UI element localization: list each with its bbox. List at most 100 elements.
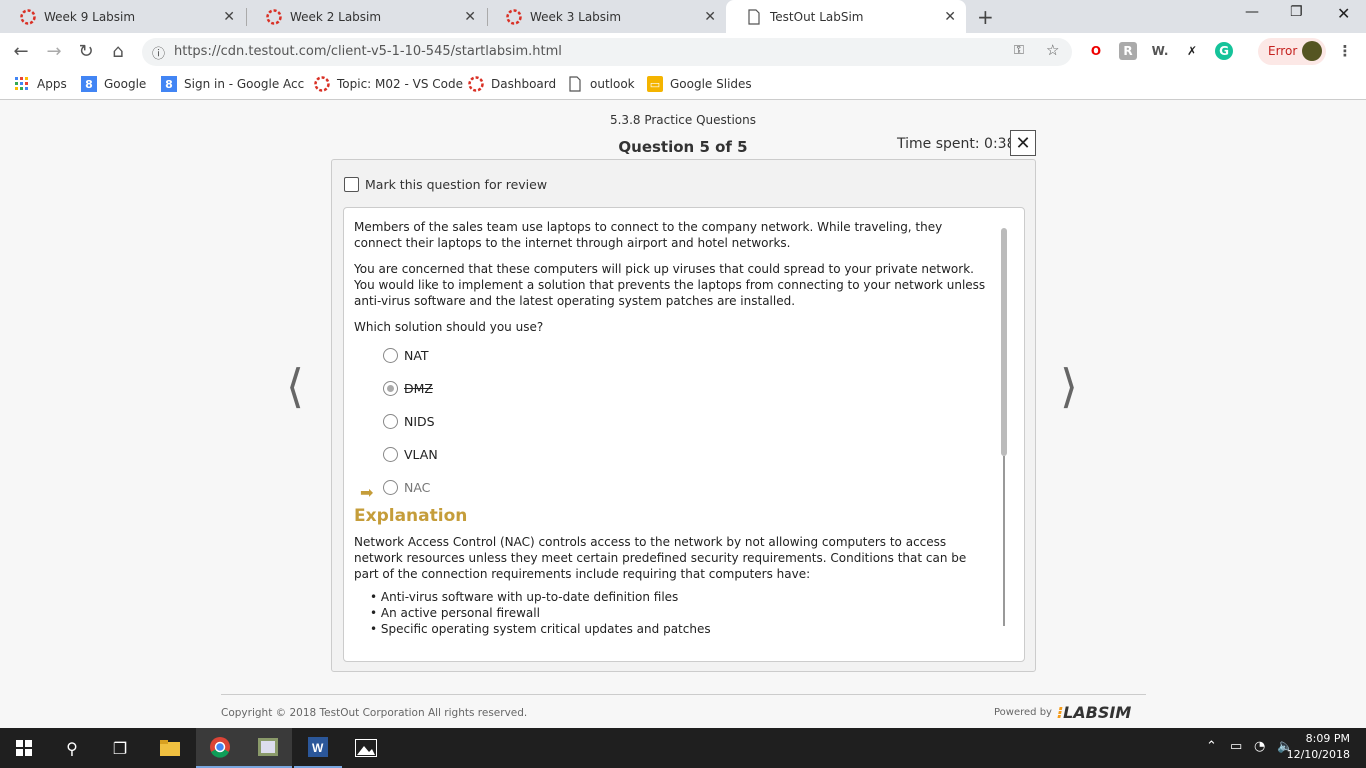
bookmark-label: Topic: M02 - VS Code [337, 77, 463, 91]
previous-question-arrow[interactable]: ⟨ [286, 359, 304, 413]
mark-review-checkbox[interactable] [344, 177, 359, 192]
clock-date: 12/10/2018 [1286, 748, 1350, 761]
system-clock[interactable]: 8:09 PM 12/10/2018 [1287, 731, 1350, 763]
battery-icon[interactable]: ▭ [1230, 739, 1242, 754]
option-label: DMZ [404, 381, 433, 396]
radio-button[interactable] [383, 348, 398, 363]
bookmark-signin[interactable]: 8 Sign in - Google Acc [161, 76, 304, 92]
scrollbar-thumb[interactable] [1001, 228, 1007, 456]
browser-toolbar: ← → ↻ ⌂ ⓘ https://cdn.testout.com/client… [0, 33, 1366, 70]
extension-icon[interactable]: R [1119, 42, 1137, 60]
bookmark-google-slides[interactable]: ▭ Google Slides [647, 76, 752, 92]
restore-button[interactable]: ❐ [1290, 4, 1303, 20]
explanation-heading: Explanation [354, 506, 468, 526]
bookmark-label: Dashboard [491, 77, 557, 91]
search-icon[interactable]: ⚲ [48, 728, 96, 768]
tab-week2[interactable]: Week 2 Labsim ✕ [246, 0, 486, 33]
svg-text:W: W [312, 741, 324, 755]
chrome-taskbar-icon[interactable] [196, 728, 244, 768]
bookmark-topic[interactable]: Topic: M02 - VS Code [314, 76, 463, 92]
key-icon[interactable]: ⚿ [1014, 43, 1024, 58]
x-extension-icon[interactable]: ✗ [1183, 42, 1201, 60]
avatar [1302, 41, 1322, 61]
url-text[interactable]: https://cdn.testout.com/client-v5-1-10-5… [174, 44, 562, 59]
question-paragraph: You are concerned that these computers w… [354, 262, 986, 308]
explanation-bullet: • An active personal firewall [370, 606, 540, 620]
bookmark-apps[interactable]: Apps [14, 76, 67, 92]
tab-week3[interactable]: Week 3 Labsim ✕ [486, 0, 726, 33]
windows-start-icon[interactable] [0, 728, 48, 768]
next-question-arrow[interactable]: ⟩ [1060, 359, 1078, 413]
bookmark-outlook[interactable]: outlook [567, 76, 635, 92]
profile-error-button[interactable]: Error [1258, 38, 1326, 65]
reload-icon[interactable]: ↻ [74, 39, 98, 63]
scrollbar-track[interactable] [1003, 456, 1005, 626]
star-icon[interactable]: ☆ [1046, 41, 1059, 59]
tab-label: Week 2 Labsim [290, 9, 382, 24]
logo-text: LABSIM [1063, 703, 1132, 722]
tab-testout-labsim[interactable]: TestOut LabSim ✕ [726, 0, 966, 33]
page-content: 5.3.8 Practice Questions Question 5 of 5… [0, 101, 1366, 728]
option-label: NAT [404, 348, 429, 363]
question-number: Question 5 of 5 [618, 138, 748, 156]
error-label: Error [1268, 44, 1298, 58]
slides-icon: ▭ [647, 76, 663, 92]
option-vlan[interactable]: VLAN [383, 447, 438, 462]
photos-taskbar-icon[interactable] [342, 728, 390, 768]
forward-icon[interactable]: → [42, 39, 66, 63]
close-tab-icon[interactable]: ✕ [464, 9, 476, 25]
info-icon[interactable]: ⓘ [152, 43, 165, 62]
opera-icon[interactable]: O [1087, 42, 1105, 60]
tab-week9[interactable]: Week 9 Labsim ✕ [0, 0, 245, 33]
explanation-text: Network Access Control (NAC) controls ac… [354, 535, 967, 581]
grammarly-icon[interactable]: G [1215, 42, 1233, 60]
chevron-up-icon[interactable]: ⌃ [1206, 739, 1217, 754]
labsim-icon [468, 76, 484, 92]
address-bar[interactable]: ⓘ https://cdn.testout.com/client-v5-1-10… [142, 38, 1072, 66]
minimize-button[interactable]: — [1245, 4, 1259, 20]
question-prompt: Which solution should you use? [354, 320, 544, 334]
close-tab-icon[interactable]: ✕ [704, 9, 716, 25]
wifi-icon[interactable]: ◔ [1254, 739, 1265, 754]
bookmark-label: Sign in - Google Acc [184, 77, 305, 91]
bookmark-label: outlook [590, 77, 635, 91]
labsim-icon [266, 8, 282, 25]
powered-by-text: Powered by [994, 707, 1052, 718]
copyright-text: Copyright © 2018 TestOut Corporation All… [221, 707, 528, 719]
labsim-icon [506, 8, 522, 25]
close-window-button[interactable]: ✕ [1337, 4, 1350, 23]
menu-icon[interactable]: ⋮ [1336, 42, 1354, 60]
bookmark-label: Google [104, 77, 147, 91]
close-tab-icon[interactable]: ✕ [944, 9, 956, 25]
scrollbar[interactable] [1001, 228, 1007, 626]
radio-button[interactable] [383, 447, 398, 462]
google-icon: 8 [161, 76, 177, 92]
bullet-text: An active personal firewall [380, 606, 540, 620]
home-icon[interactable]: ⌂ [106, 39, 130, 63]
radio-button[interactable] [383, 480, 398, 495]
option-nac[interactable]: NAC [383, 480, 430, 495]
task-view-icon[interactable]: ❐ [96, 728, 144, 768]
close-quiz-button[interactable]: ✕ [1010, 130, 1036, 156]
option-dmz[interactable]: DMZ [383, 381, 433, 396]
labsim-logo: ⁝LABSIM [1057, 703, 1132, 722]
apps-grid-icon [14, 76, 30, 92]
new-tab-button[interactable]: + [977, 5, 994, 29]
google-icon: 8 [81, 76, 97, 92]
bookmark-label: Google Slides [670, 77, 752, 91]
option-nids[interactable]: NIDS [383, 414, 435, 429]
radio-button[interactable] [383, 414, 398, 429]
back-icon[interactable]: ← [9, 39, 33, 63]
mark-review-row[interactable]: Mark this question for review [344, 177, 547, 192]
word-taskbar-icon[interactable]: W [294, 728, 342, 768]
bookmark-google[interactable]: 8 Google [81, 76, 146, 92]
labsim-icon [314, 76, 330, 92]
app-taskbar-icon[interactable] [244, 728, 292, 768]
file-explorer-icon[interactable] [146, 728, 194, 768]
bookmark-dashboard[interactable]: Dashboard [468, 76, 556, 92]
radio-button-selected[interactable] [383, 381, 398, 396]
windows-taskbar: ⚲ ❐ W ⌃ ▭ ◔ 🔈 8:09 PM 12/10/2018 [0, 728, 1366, 768]
w-extension-icon[interactable]: W. [1151, 42, 1169, 60]
close-tab-icon[interactable]: ✕ [223, 9, 235, 25]
option-nat[interactable]: NAT [383, 348, 429, 363]
